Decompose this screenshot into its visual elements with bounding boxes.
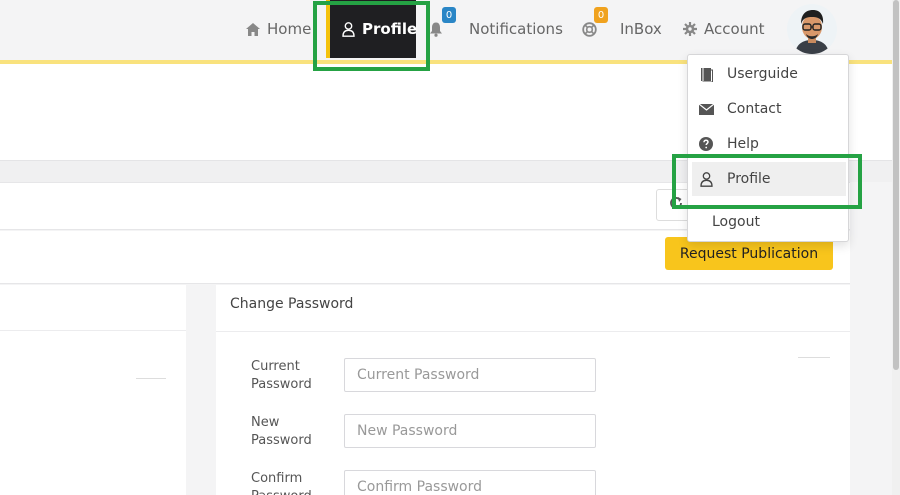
nav-profile-label: Profile <box>362 20 418 38</box>
menu-item-profile[interactable]: Profile <box>692 162 846 196</box>
user-icon <box>342 21 355 37</box>
menu-item-help-label: Help <box>727 136 759 152</box>
menu-item-contact-label: Contact <box>727 101 782 117</box>
envelope-icon <box>697 103 715 115</box>
nav-home-label: Home <box>267 20 312 38</box>
user-icon <box>697 171 715 187</box>
nav-account[interactable]: Account <box>683 0 765 58</box>
support-icon <box>582 21 597 37</box>
book-icon <box>697 67 715 82</box>
nav-account-label: Account <box>704 20 765 38</box>
nav-notifications-label: Notifications <box>469 20 563 38</box>
refresh-icon <box>669 196 683 214</box>
menu-item-profile-label: Profile <box>727 171 771 187</box>
left-panel-header <box>0 285 186 331</box>
confirm-password-label: Confirm Password <box>251 471 312 495</box>
menu-item-contact[interactable]: Contact <box>688 92 848 126</box>
menu-item-userguide-label: Userguide <box>727 66 798 82</box>
home-icon <box>246 22 260 36</box>
menu-item-help[interactable]: Help <box>688 127 848 161</box>
left-panel <box>0 285 186 495</box>
current-password-label: Current Password <box>251 359 312 392</box>
avatar[interactable] <box>787 4 837 54</box>
menu-item-logout-label: Logout <box>712 214 760 230</box>
nav-home[interactable]: Home <box>246 0 311 58</box>
inbox-badge: 0 <box>594 7 608 23</box>
new-password-label: New Password <box>251 415 312 448</box>
confirm-password-field[interactable] <box>344 470 596 495</box>
nav-inbox-label: InBox <box>620 20 662 38</box>
page-scrollbar-thumb[interactable] <box>893 0 899 370</box>
notifications-badge: 0 <box>442 7 456 23</box>
panel-right-divider <box>798 357 830 358</box>
change-password-title: Change Password <box>230 296 354 312</box>
gear-icon <box>683 22 697 36</box>
question-circle-icon <box>697 137 715 151</box>
new-password-field[interactable] <box>344 414 596 448</box>
current-password-field[interactable] <box>344 358 596 392</box>
bell-icon <box>429 22 443 37</box>
left-panel-divider <box>136 378 166 379</box>
panel-divider <box>216 331 850 332</box>
account-dropdown-menu: Userguide Contact Help Profile Logout <box>687 54 849 242</box>
menu-item-userguide[interactable]: Userguide <box>688 57 848 91</box>
nav-profile[interactable]: Profile <box>326 0 418 58</box>
nav-inbox[interactable]: InBox <box>620 0 662 58</box>
menu-item-logout[interactable]: Logout <box>688 205 848 239</box>
change-password-panel: Change Password Current Password New Pas… <box>216 285 850 495</box>
nav-notifications[interactable]: Notifications <box>469 0 563 58</box>
